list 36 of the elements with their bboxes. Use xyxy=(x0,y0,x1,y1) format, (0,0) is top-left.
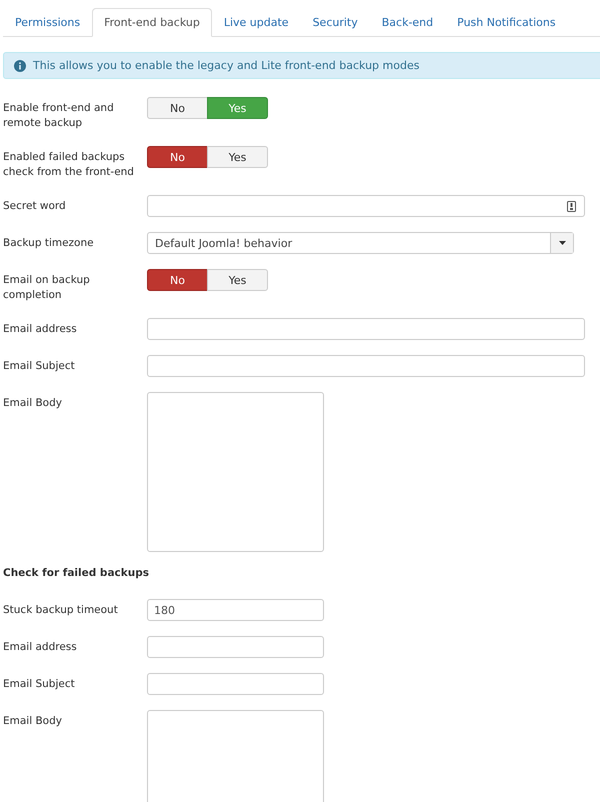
toggle-option[interactable]: No xyxy=(147,97,208,119)
field-label: Email address xyxy=(3,322,78,337)
toggle-option[interactable]: No xyxy=(147,269,208,291)
text-area[interactable] xyxy=(147,392,324,552)
toggle-option[interactable]: No xyxy=(147,146,208,168)
field-label: Stuck backup timeout xyxy=(3,603,119,618)
caret-icon xyxy=(558,241,566,245)
field-label: Enabled failed backups check from the front-end xyxy=(3,150,135,180)
tab[interactable]: Security xyxy=(300,8,370,37)
field-label: Enable front-end and remote backup xyxy=(3,101,115,131)
field-label: Email address xyxy=(3,640,78,655)
tab[interactable]: Back-end xyxy=(370,8,446,37)
tab[interactable]: Permissions xyxy=(3,8,92,37)
field-label: Email on backup completion xyxy=(3,273,91,303)
tab[interactable]: Live update xyxy=(212,8,301,37)
field-label: Backup timezone xyxy=(3,236,95,251)
timezone-select[interactable]: Default Joomla! behavior xyxy=(147,232,574,254)
field-label: Email Subject xyxy=(3,359,76,374)
input-field[interactable] xyxy=(147,355,585,377)
secret-field[interactable] xyxy=(147,195,585,217)
input-field[interactable] xyxy=(147,673,324,695)
field-label: Email Subject xyxy=(3,677,76,692)
input-field[interactable]: 180 xyxy=(147,599,324,621)
field-label: Email Body xyxy=(3,714,63,729)
input-field[interactable] xyxy=(147,636,324,658)
alert-text: This allows you to enable the legacy and Lite front-end backup modes xyxy=(33,59,420,72)
tab[interactable]: Front-end backup xyxy=(92,8,212,37)
input-field[interactable] xyxy=(147,318,585,340)
info-icon xyxy=(14,60,26,72)
toggle-option[interactable]: Yes xyxy=(207,269,268,291)
toggle-option[interactable]: Yes xyxy=(207,146,268,168)
section-heading: Check for failed backups xyxy=(3,567,150,579)
field-label: Secret word xyxy=(3,199,67,214)
toggle-option[interactable]: Yes xyxy=(207,97,268,119)
tab[interactable]: Push Notifications xyxy=(445,8,568,37)
field-label: Email Body xyxy=(3,396,63,411)
